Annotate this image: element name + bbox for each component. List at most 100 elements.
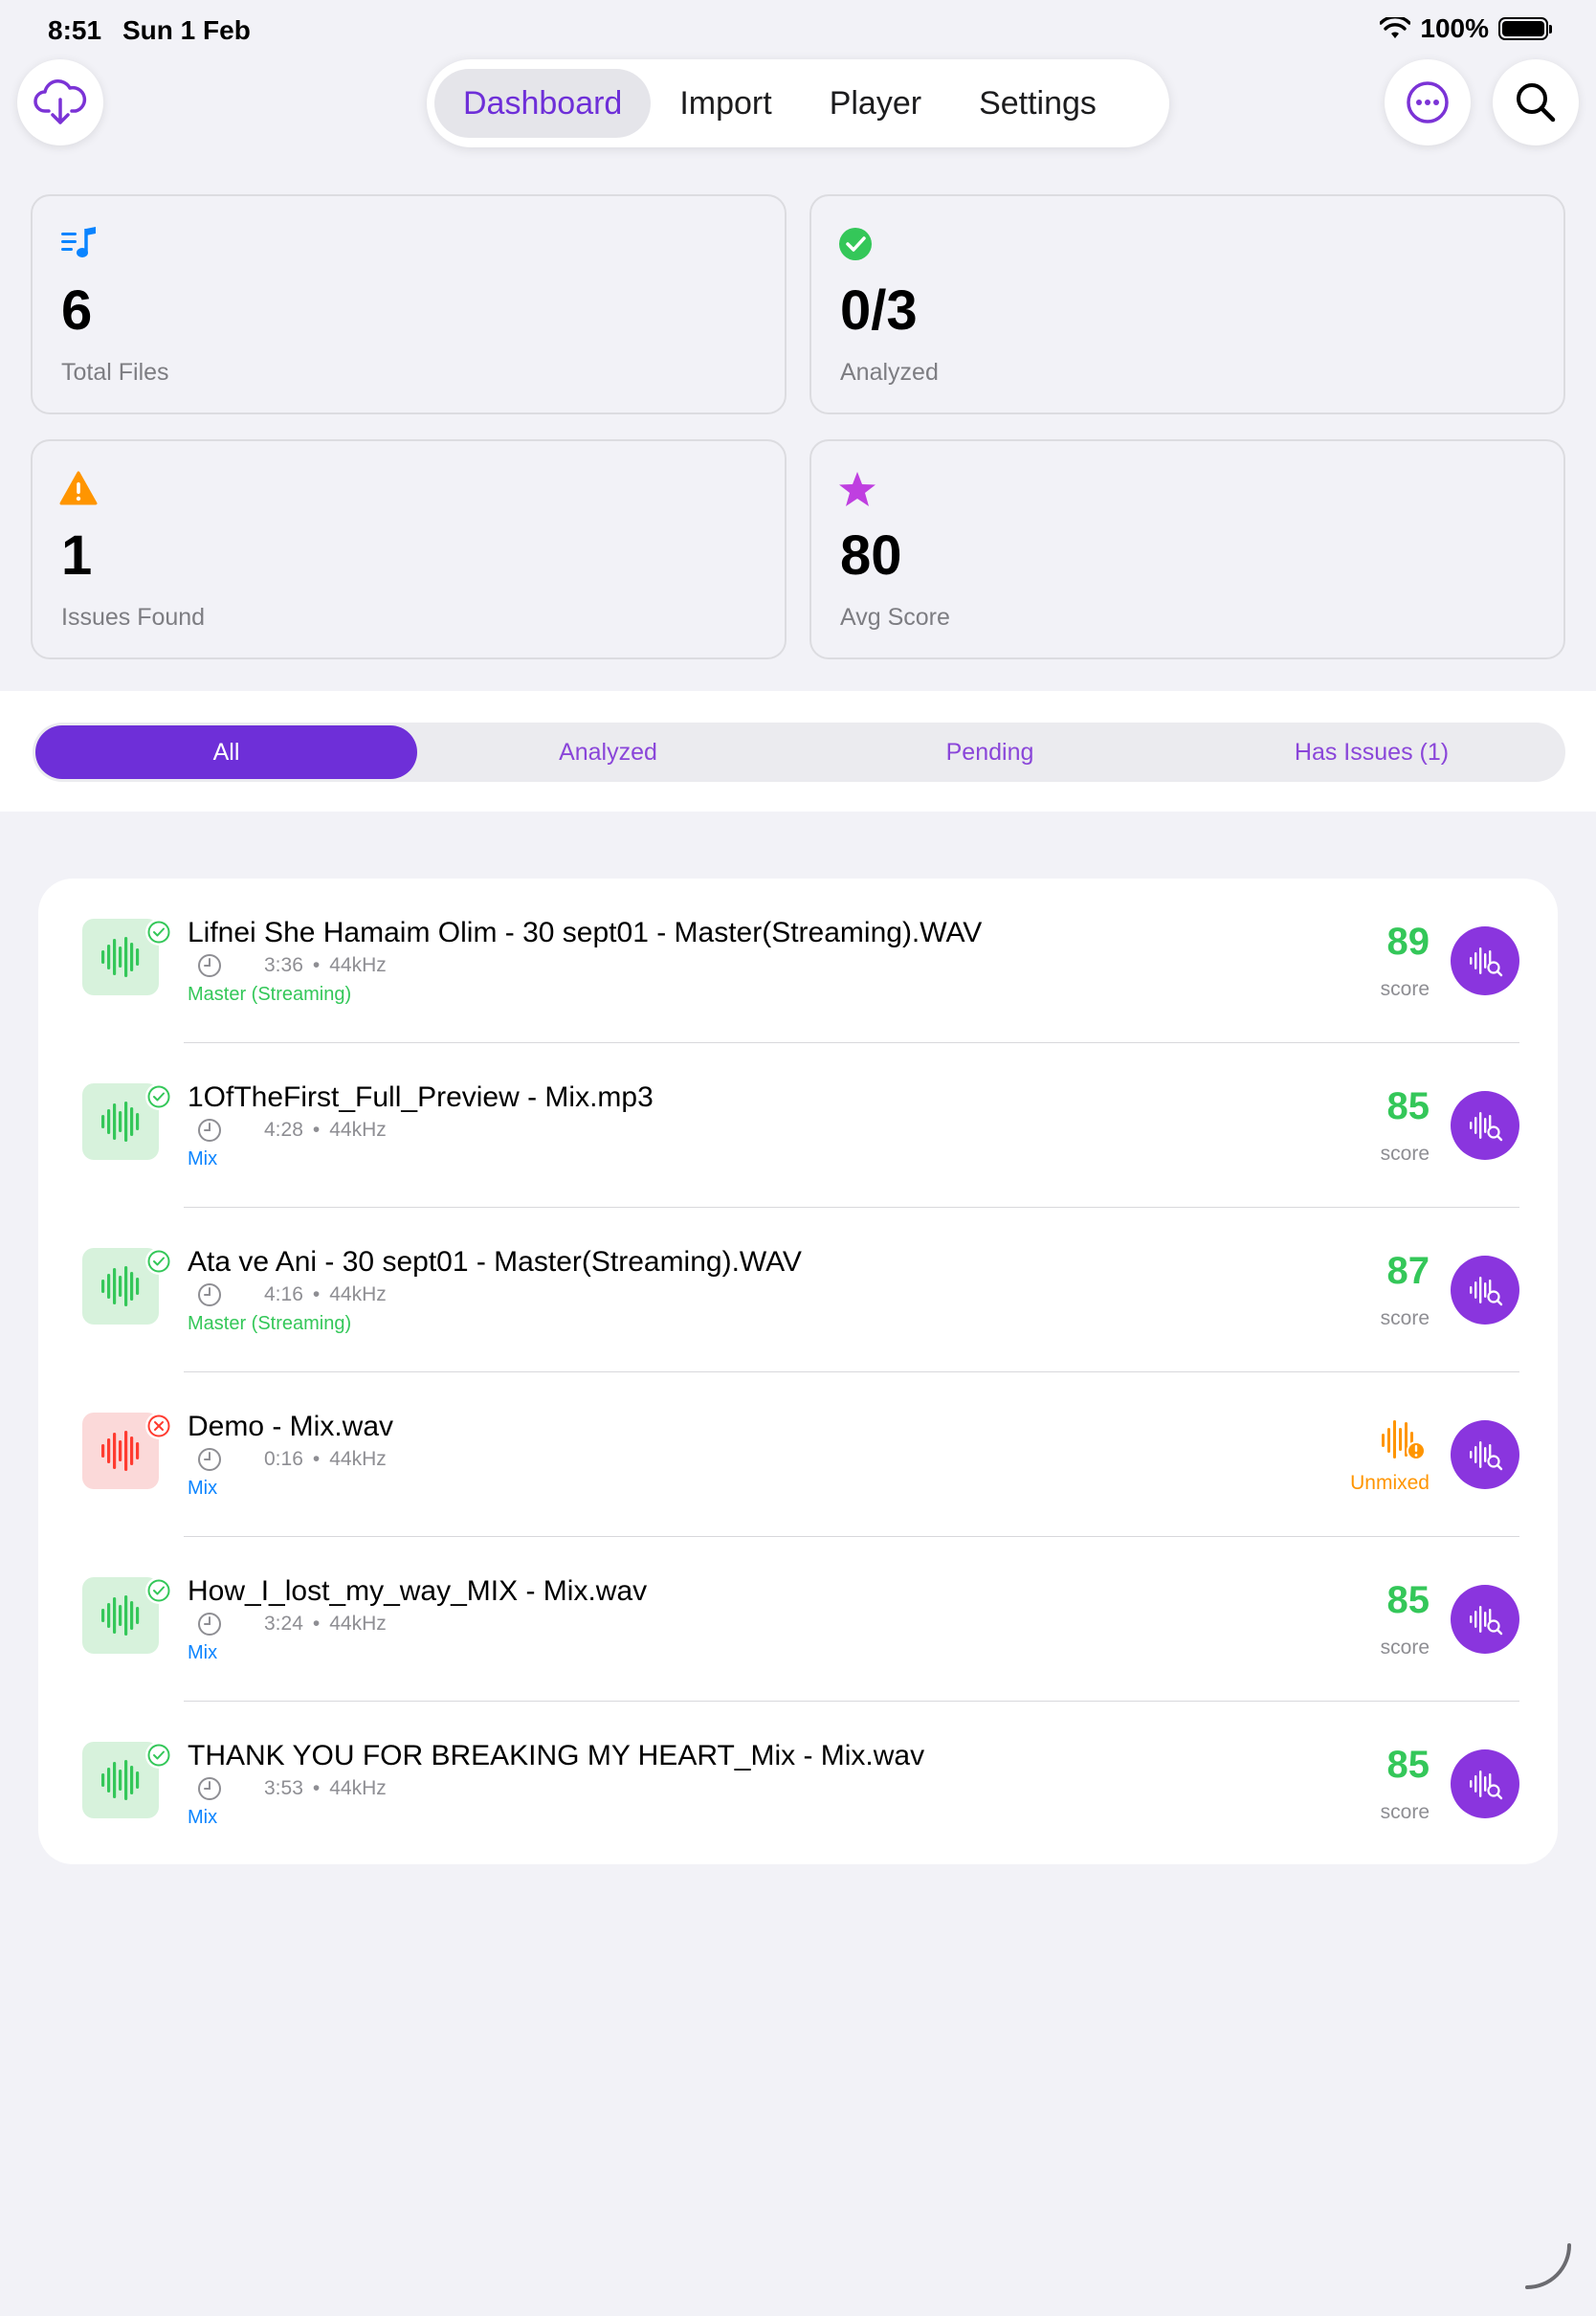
file-score: 87 bbox=[1386, 1250, 1430, 1292]
waveform-icon bbox=[101, 1760, 140, 1800]
more-button[interactable] bbox=[1385, 59, 1471, 145]
stat-card-total-files: 6 Total Files bbox=[31, 194, 787, 414]
file-sample-rate: 44kHz bbox=[329, 1119, 387, 1141]
clock-icon bbox=[198, 1777, 221, 1800]
clock-icon bbox=[198, 1283, 221, 1306]
analyze-button[interactable] bbox=[1451, 1749, 1519, 1818]
file-score-label: score bbox=[1380, 1307, 1430, 1329]
cloud-upload-button[interactable] bbox=[17, 59, 103, 145]
file-score: 85 bbox=[1386, 1744, 1430, 1786]
meta-separator: • bbox=[312, 954, 321, 976]
file-status-badge bbox=[145, 1413, 172, 1439]
file-type-tag: Mix bbox=[188, 1642, 218, 1663]
file-score: 85 bbox=[1386, 1579, 1430, 1621]
meta-separator: • bbox=[312, 1448, 321, 1470]
filter-all[interactable]: All bbox=[35, 725, 417, 779]
file-score-label: score bbox=[1380, 1801, 1430, 1823]
tab-settings[interactable]: Settings bbox=[950, 69, 1125, 138]
file-meta: 4:16 • 44kHz bbox=[197, 1282, 387, 1307]
file-name: Lifnei She Hamaim Olim - 30 sept01 - Mas… bbox=[188, 917, 983, 948]
file-sample-rate: 44kHz bbox=[329, 1613, 387, 1635]
clock-icon bbox=[198, 954, 221, 977]
file-duration: 3:36 bbox=[264, 954, 303, 976]
file-duration: 4:28 bbox=[264, 1119, 303, 1141]
cloud-download-icon bbox=[33, 79, 87, 124]
filter-analyzed[interactable]: Analyzed bbox=[417, 725, 799, 779]
file-row[interactable]: Lifnei She Hamaim Olim - 30 sept01 - Mas… bbox=[38, 879, 1558, 1043]
waveform-search-icon bbox=[1470, 947, 1503, 977]
search-button[interactable] bbox=[1493, 59, 1579, 145]
meta-separator: • bbox=[312, 1777, 321, 1799]
file-status-badge bbox=[145, 1577, 172, 1604]
tab-dashboard[interactable]: Dashboard bbox=[434, 69, 652, 138]
clock-icon bbox=[198, 1448, 221, 1471]
ellipsis-circle-icon bbox=[1407, 81, 1449, 123]
file-name: THANK YOU FOR BREAKING MY HEART_Mix - Mi… bbox=[188, 1740, 925, 1771]
file-row[interactable]: How_I_lost_my_way_MIX - Mix.wav 3:24 • 4… bbox=[38, 1537, 1558, 1702]
warning-triangle-icon bbox=[59, 471, 98, 505]
music-list-icon bbox=[61, 227, 96, 257]
check-badge-icon bbox=[147, 1744, 170, 1767]
filter-pending[interactable]: Pending bbox=[799, 725, 1181, 779]
analyzed-label: Analyzed bbox=[840, 359, 939, 386]
main-nav: Dashboard Import Player Settings bbox=[427, 59, 1169, 147]
file-duration: 4:16 bbox=[264, 1283, 303, 1305]
meta-separator: • bbox=[312, 1283, 321, 1305]
star-icon bbox=[839, 472, 876, 506]
issues-label: Issues Found bbox=[61, 604, 206, 631]
filter-control: All Analyzed Pending Has Issues (1) bbox=[33, 723, 1565, 782]
file-type-tag: Mix bbox=[188, 1148, 218, 1169]
tab-import[interactable]: Import bbox=[651, 69, 800, 138]
check-badge-icon bbox=[147, 1250, 170, 1273]
waveform-icon bbox=[101, 1431, 140, 1471]
clock-icon bbox=[198, 1119, 221, 1142]
status-time: 8:51 bbox=[48, 15, 102, 45]
file-sample-rate: 44kHz bbox=[329, 1283, 387, 1305]
file-status-label: Unmixed bbox=[1350, 1472, 1430, 1494]
file-duration: 0:16 bbox=[264, 1448, 303, 1470]
file-type-tag: Master (Streaming) bbox=[188, 984, 352, 1005]
wifi-icon bbox=[1380, 17, 1411, 38]
check-badge-icon bbox=[147, 921, 170, 944]
file-duration: 3:53 bbox=[264, 1777, 303, 1799]
file-row[interactable]: Ata ve Ani - 30 sept01 - Master(Streamin… bbox=[38, 1208, 1558, 1372]
check-badge-icon bbox=[147, 1579, 170, 1602]
file-score: 85 bbox=[1386, 1085, 1430, 1127]
analyze-button[interactable] bbox=[1451, 926, 1519, 995]
file-meta: 0:16 • 44kHz bbox=[197, 1447, 387, 1472]
analyze-button[interactable] bbox=[1451, 1585, 1519, 1654]
waveform-icon bbox=[101, 1266, 140, 1306]
file-score-label: score bbox=[1380, 978, 1430, 1000]
file-duration: 3:24 bbox=[264, 1613, 303, 1635]
battery-percent: 100% bbox=[1420, 13, 1489, 43]
analyzed-value: 0/3 bbox=[840, 279, 918, 342]
analyze-button[interactable] bbox=[1451, 1256, 1519, 1325]
file-status-badge bbox=[145, 1083, 172, 1110]
waveform-search-icon bbox=[1470, 1441, 1503, 1471]
stat-card-avg-score: 80 Avg Score bbox=[809, 439, 1565, 659]
clock-icon bbox=[198, 1613, 221, 1636]
tab-player[interactable]: Player bbox=[801, 69, 950, 138]
file-sample-rate: 44kHz bbox=[329, 1448, 387, 1470]
file-list: Lifnei She Hamaim Olim - 30 sept01 - Mas… bbox=[38, 879, 1558, 1864]
analyze-button[interactable] bbox=[1451, 1091, 1519, 1160]
file-sample-rate: 44kHz bbox=[329, 1777, 387, 1799]
waveform-search-icon bbox=[1470, 1770, 1503, 1800]
file-row[interactable]: 1OfTheFirst_Full_Preview - Mix.mp3 4:28 … bbox=[38, 1043, 1558, 1208]
file-name: Ata ve Ani - 30 sept01 - Master(Streamin… bbox=[188, 1246, 802, 1278]
file-row[interactable]: Demo - Mix.wav 0:16 • 44kHz Mix Unmixed bbox=[38, 1372, 1558, 1537]
analyze-button[interactable] bbox=[1451, 1420, 1519, 1489]
file-name: 1OfTheFirst_Full_Preview - Mix.mp3 bbox=[188, 1081, 654, 1113]
check-badge-icon bbox=[147, 1085, 170, 1108]
file-meta: 3:53 • 44kHz bbox=[197, 1776, 387, 1801]
checkmark-circle-icon bbox=[839, 228, 872, 260]
file-row[interactable]: THANK YOU FOR BREAKING MY HEART_Mix - Mi… bbox=[38, 1702, 1558, 1866]
file-name: How_I_lost_my_way_MIX - Mix.wav bbox=[188, 1575, 648, 1607]
status-date: Sun 1 Feb bbox=[122, 15, 251, 45]
waveform-warning-icon bbox=[1382, 1420, 1426, 1460]
waveform-icon bbox=[101, 937, 140, 977]
file-score-label: score bbox=[1380, 1637, 1430, 1659]
file-status-badge bbox=[145, 919, 172, 946]
filter-has-issues[interactable]: Has Issues (1) bbox=[1181, 725, 1563, 779]
waveform-icon bbox=[101, 1595, 140, 1636]
